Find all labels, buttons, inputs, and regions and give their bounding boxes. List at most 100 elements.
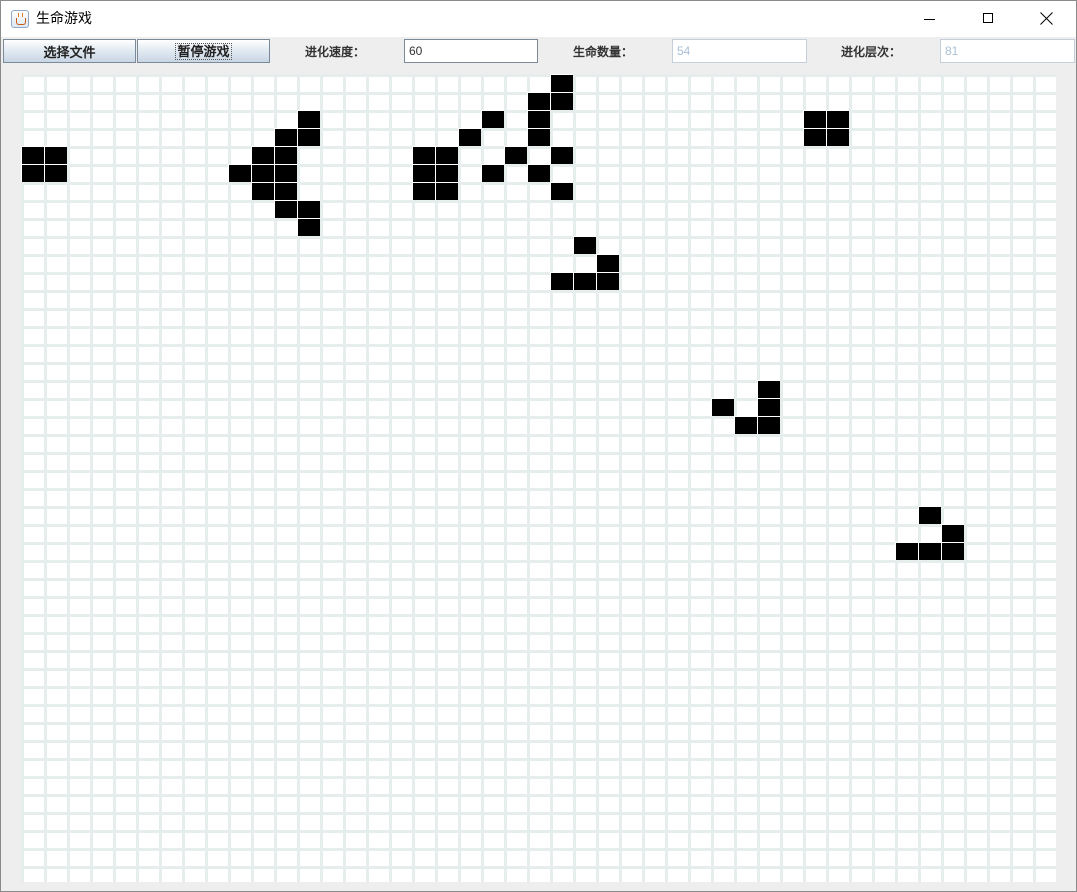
grid-cell[interactable]	[895, 398, 918, 416]
grid-cell[interactable]	[90, 398, 113, 416]
grid-cell[interactable]	[435, 92, 458, 110]
grid-cell[interactable]	[1033, 272, 1056, 290]
grid-cell[interactable]	[136, 128, 159, 146]
grid-cell[interactable]	[596, 866, 619, 882]
grid-cell[interactable]	[67, 398, 90, 416]
grid-cell[interactable]	[320, 362, 343, 380]
grid-cell[interactable]	[412, 560, 435, 578]
grid-cell[interactable]	[711, 92, 734, 110]
grid-cell[interactable]	[711, 164, 734, 182]
grid-cell[interactable]	[458, 668, 481, 686]
grid-cell[interactable]	[159, 776, 182, 794]
grid-cell[interactable]	[527, 488, 550, 506]
grid-cell[interactable]	[826, 434, 849, 452]
grid-cell[interactable]	[734, 326, 757, 344]
grid-cell[interactable]	[941, 866, 964, 882]
grid-cell[interactable]	[90, 236, 113, 254]
grid-cell[interactable]	[228, 650, 251, 668]
grid-cell[interactable]	[849, 470, 872, 488]
grid-cell[interactable]	[849, 596, 872, 614]
grid-cell[interactable]	[274, 686, 297, 704]
grid-cell[interactable]	[757, 866, 780, 882]
grid-cell[interactable]	[504, 254, 527, 272]
grid-cell[interactable]	[274, 560, 297, 578]
grid-cell[interactable]	[389, 416, 412, 434]
grid-cell[interactable]	[550, 416, 573, 434]
grid-cell[interactable]	[435, 722, 458, 740]
grid-cell[interactable]	[665, 686, 688, 704]
grid-cell[interactable]	[67, 614, 90, 632]
grid-cell[interactable]	[136, 560, 159, 578]
grid-cell[interactable]	[228, 560, 251, 578]
grid-cell[interactable]	[251, 794, 274, 812]
grid-cell[interactable]	[228, 542, 251, 560]
grid-cell[interactable]	[803, 470, 826, 488]
grid-cell[interactable]	[297, 470, 320, 488]
grid-cell[interactable]	[343, 416, 366, 434]
grid-cell[interactable]	[1033, 776, 1056, 794]
grid-cell[interactable]	[67, 740, 90, 758]
grid-cell[interactable]	[941, 344, 964, 362]
grid-cell[interactable]	[642, 128, 665, 146]
grid-cell[interactable]	[665, 200, 688, 218]
grid-cell[interactable]	[964, 434, 987, 452]
grid-cell[interactable]	[159, 506, 182, 524]
grid-cell[interactable]	[182, 92, 205, 110]
grid-cell[interactable]	[550, 560, 573, 578]
grid-cell[interactable]	[619, 326, 642, 344]
grid-cell[interactable]	[711, 452, 734, 470]
grid-cell[interactable]	[849, 308, 872, 326]
grid-cell[interactable]	[527, 200, 550, 218]
grid-cell[interactable]	[964, 488, 987, 506]
grid-cell[interactable]	[619, 866, 642, 882]
grid-cell[interactable]	[941, 74, 964, 92]
grid-cell[interactable]	[435, 128, 458, 146]
grid-cell[interactable]	[757, 722, 780, 740]
grid-cell[interactable]	[527, 416, 550, 434]
grid-cell[interactable]	[1010, 434, 1033, 452]
grid-cell[interactable]	[642, 722, 665, 740]
grid-cell[interactable]	[251, 326, 274, 344]
grid-cell[interactable]	[573, 470, 596, 488]
grid-cell[interactable]	[826, 254, 849, 272]
grid-cell[interactable]	[826, 830, 849, 848]
grid-cell[interactable]	[642, 758, 665, 776]
grid-cell[interactable]	[527, 182, 550, 200]
grid-cell[interactable]	[918, 866, 941, 882]
grid-cell[interactable]	[665, 722, 688, 740]
grid-cell[interactable]	[504, 74, 527, 92]
grid-cell[interactable]	[274, 632, 297, 650]
grid-cell[interactable]	[665, 848, 688, 866]
grid-cell[interactable]	[274, 614, 297, 632]
grid-cell[interactable]	[665, 668, 688, 686]
grid-cell[interactable]	[274, 452, 297, 470]
grid-cell[interactable]	[320, 614, 343, 632]
grid-cell[interactable]	[67, 236, 90, 254]
grid-cell[interactable]	[297, 398, 320, 416]
grid-cell[interactable]	[44, 326, 67, 344]
grid-cell[interactable]	[527, 362, 550, 380]
grid-cell[interactable]	[21, 254, 44, 272]
grid-cell[interactable]	[343, 614, 366, 632]
grid-cell[interactable]	[918, 614, 941, 632]
grid-cell[interactable]	[941, 380, 964, 398]
grid-cell[interactable]	[67, 866, 90, 882]
grid-cell[interactable]	[136, 164, 159, 182]
grid-cell[interactable]	[987, 470, 1010, 488]
grid-cell[interactable]	[780, 470, 803, 488]
grid-cell[interactable]	[550, 254, 573, 272]
grid-cell[interactable]	[389, 452, 412, 470]
grid-cell[interactable]	[458, 182, 481, 200]
grid-cell[interactable]	[136, 650, 159, 668]
grid-cell[interactable]	[67, 542, 90, 560]
grid-cell[interactable]	[389, 596, 412, 614]
grid-cell[interactable]	[734, 614, 757, 632]
grid-cell[interactable]	[113, 524, 136, 542]
grid-cell[interactable]	[941, 164, 964, 182]
grid-cell[interactable]	[366, 416, 389, 434]
grid-cell[interactable]	[941, 596, 964, 614]
grid-cell[interactable]	[527, 740, 550, 758]
grid-cell[interactable]	[182, 326, 205, 344]
grid-cell[interactable]	[573, 578, 596, 596]
grid-cell[interactable]	[550, 542, 573, 560]
